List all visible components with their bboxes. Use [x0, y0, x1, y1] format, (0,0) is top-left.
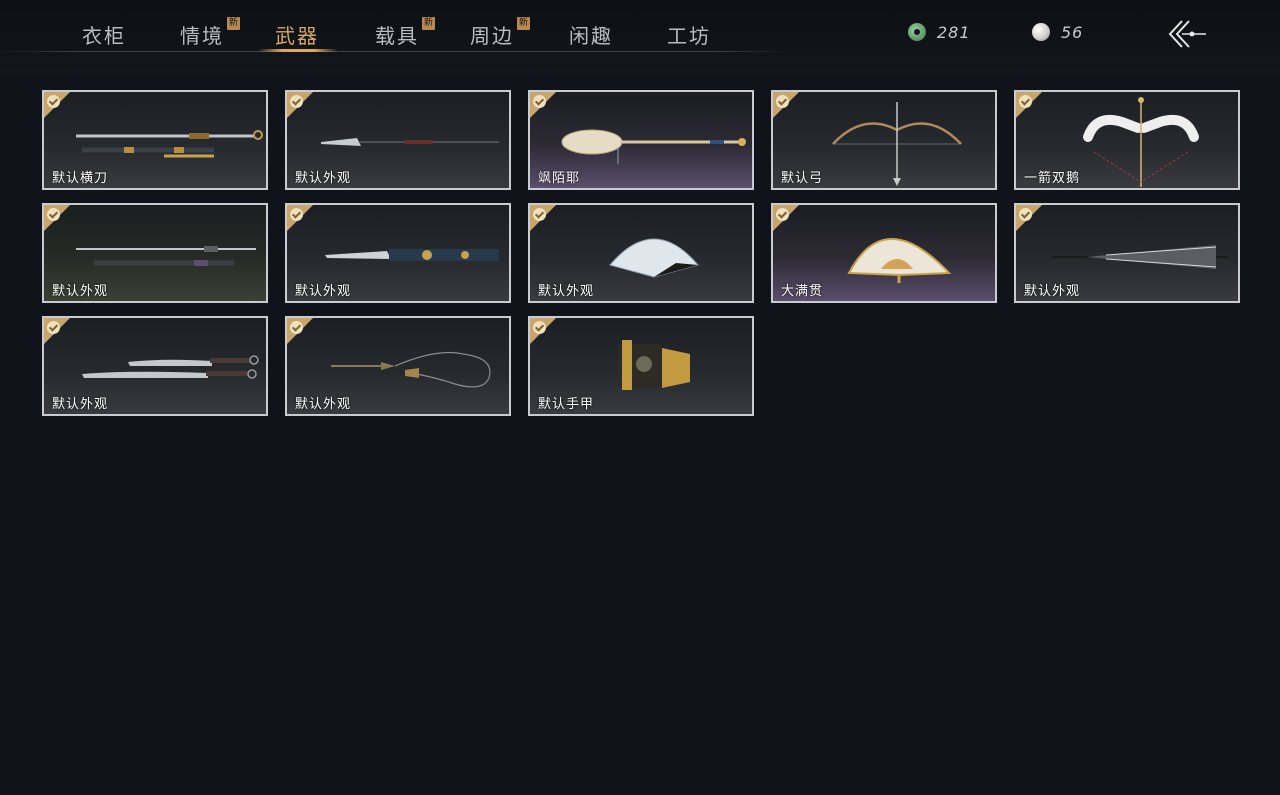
check-icon [1019, 208, 1032, 221]
item-label: 默认外观 [295, 397, 352, 412]
tab-leisure[interactable]: 闲趣 [569, 22, 613, 50]
check-icon [776, 95, 789, 108]
tab-wardrobe[interactable]: 衣柜 [82, 22, 126, 50]
jade-amount: 281 [937, 22, 971, 42]
pearl-amount: 56 [1061, 22, 1084, 42]
check-icon [533, 208, 546, 221]
weapon-card[interactable]: 默认外观 [528, 203, 754, 303]
check-icon [533, 321, 546, 334]
item-label: 一箭双鹅 [1024, 171, 1081, 186]
pearl-icon [1032, 23, 1050, 41]
item-label: 大满贯 [781, 284, 824, 299]
item-label: 默认横刀 [52, 171, 109, 186]
weapon-card[interactable]: 默认弓 [771, 90, 997, 190]
weapon-card[interactable]: 一箭双鹅 [1014, 90, 1240, 190]
tab-scene[interactable]: 情境新 [180, 17, 240, 50]
check-icon [1019, 95, 1032, 108]
item-label: 默认弓 [781, 171, 824, 186]
active-tab-underline [258, 49, 338, 52]
item-label: 默认外观 [538, 284, 595, 299]
item-label: 默认外观 [295, 284, 352, 299]
tab-workshop[interactable]: 工坊 [667, 22, 711, 50]
new-badge: 新 [422, 17, 435, 30]
item-label: 默认外观 [52, 284, 109, 299]
weapon-card[interactable]: 飒陌耶 [528, 90, 754, 190]
back-button[interactable] [1166, 18, 1212, 50]
weapon-card[interactable]: 默认外观 [42, 316, 268, 416]
back-arrow-icon [1168, 20, 1206, 48]
new-badge: 新 [227, 17, 240, 30]
item-label: 默认外观 [52, 397, 109, 412]
check-icon [533, 95, 546, 108]
check-icon [47, 321, 60, 334]
jade-coin-icon [908, 23, 926, 41]
tab-weapons[interactable]: 武器 [275, 22, 319, 50]
weapon-card[interactable]: 默认横刀 [42, 90, 268, 190]
check-icon [290, 321, 303, 334]
weapon-card[interactable]: 默认外观 [285, 203, 511, 303]
tabs-divider [0, 51, 790, 52]
check-icon [290, 208, 303, 221]
weapon-card[interactable]: 默认外观 [285, 90, 511, 190]
weapon-card[interactable]: 默认手甲 [528, 316, 754, 416]
tab-accessories[interactable]: 周边新 [470, 17, 530, 50]
weapon-card[interactable]: 默认外观 [285, 316, 511, 416]
item-label: 默认外观 [1024, 284, 1081, 299]
check-icon [290, 95, 303, 108]
weapon-card[interactable]: 大满贯 [771, 203, 997, 303]
item-label: 飒陌耶 [538, 171, 581, 186]
pearl-currency: 56 [1032, 21, 1083, 43]
check-icon [47, 208, 60, 221]
new-badge: 新 [517, 17, 530, 30]
top-bar: 衣柜 情境新 武器 载具新 周边新 闲趣 工坊 281 56 [0, 0, 1280, 74]
item-label: 默认外观 [295, 171, 352, 186]
jade-currency: 281 [908, 21, 971, 43]
item-label: 默认手甲 [538, 397, 595, 412]
weapon-card[interactable]: 默认外观 [1014, 203, 1240, 303]
tab-vehicles[interactable]: 载具新 [375, 17, 435, 50]
check-icon [776, 208, 789, 221]
weapon-card[interactable]: 默认外观 [42, 203, 268, 303]
check-icon [47, 95, 60, 108]
